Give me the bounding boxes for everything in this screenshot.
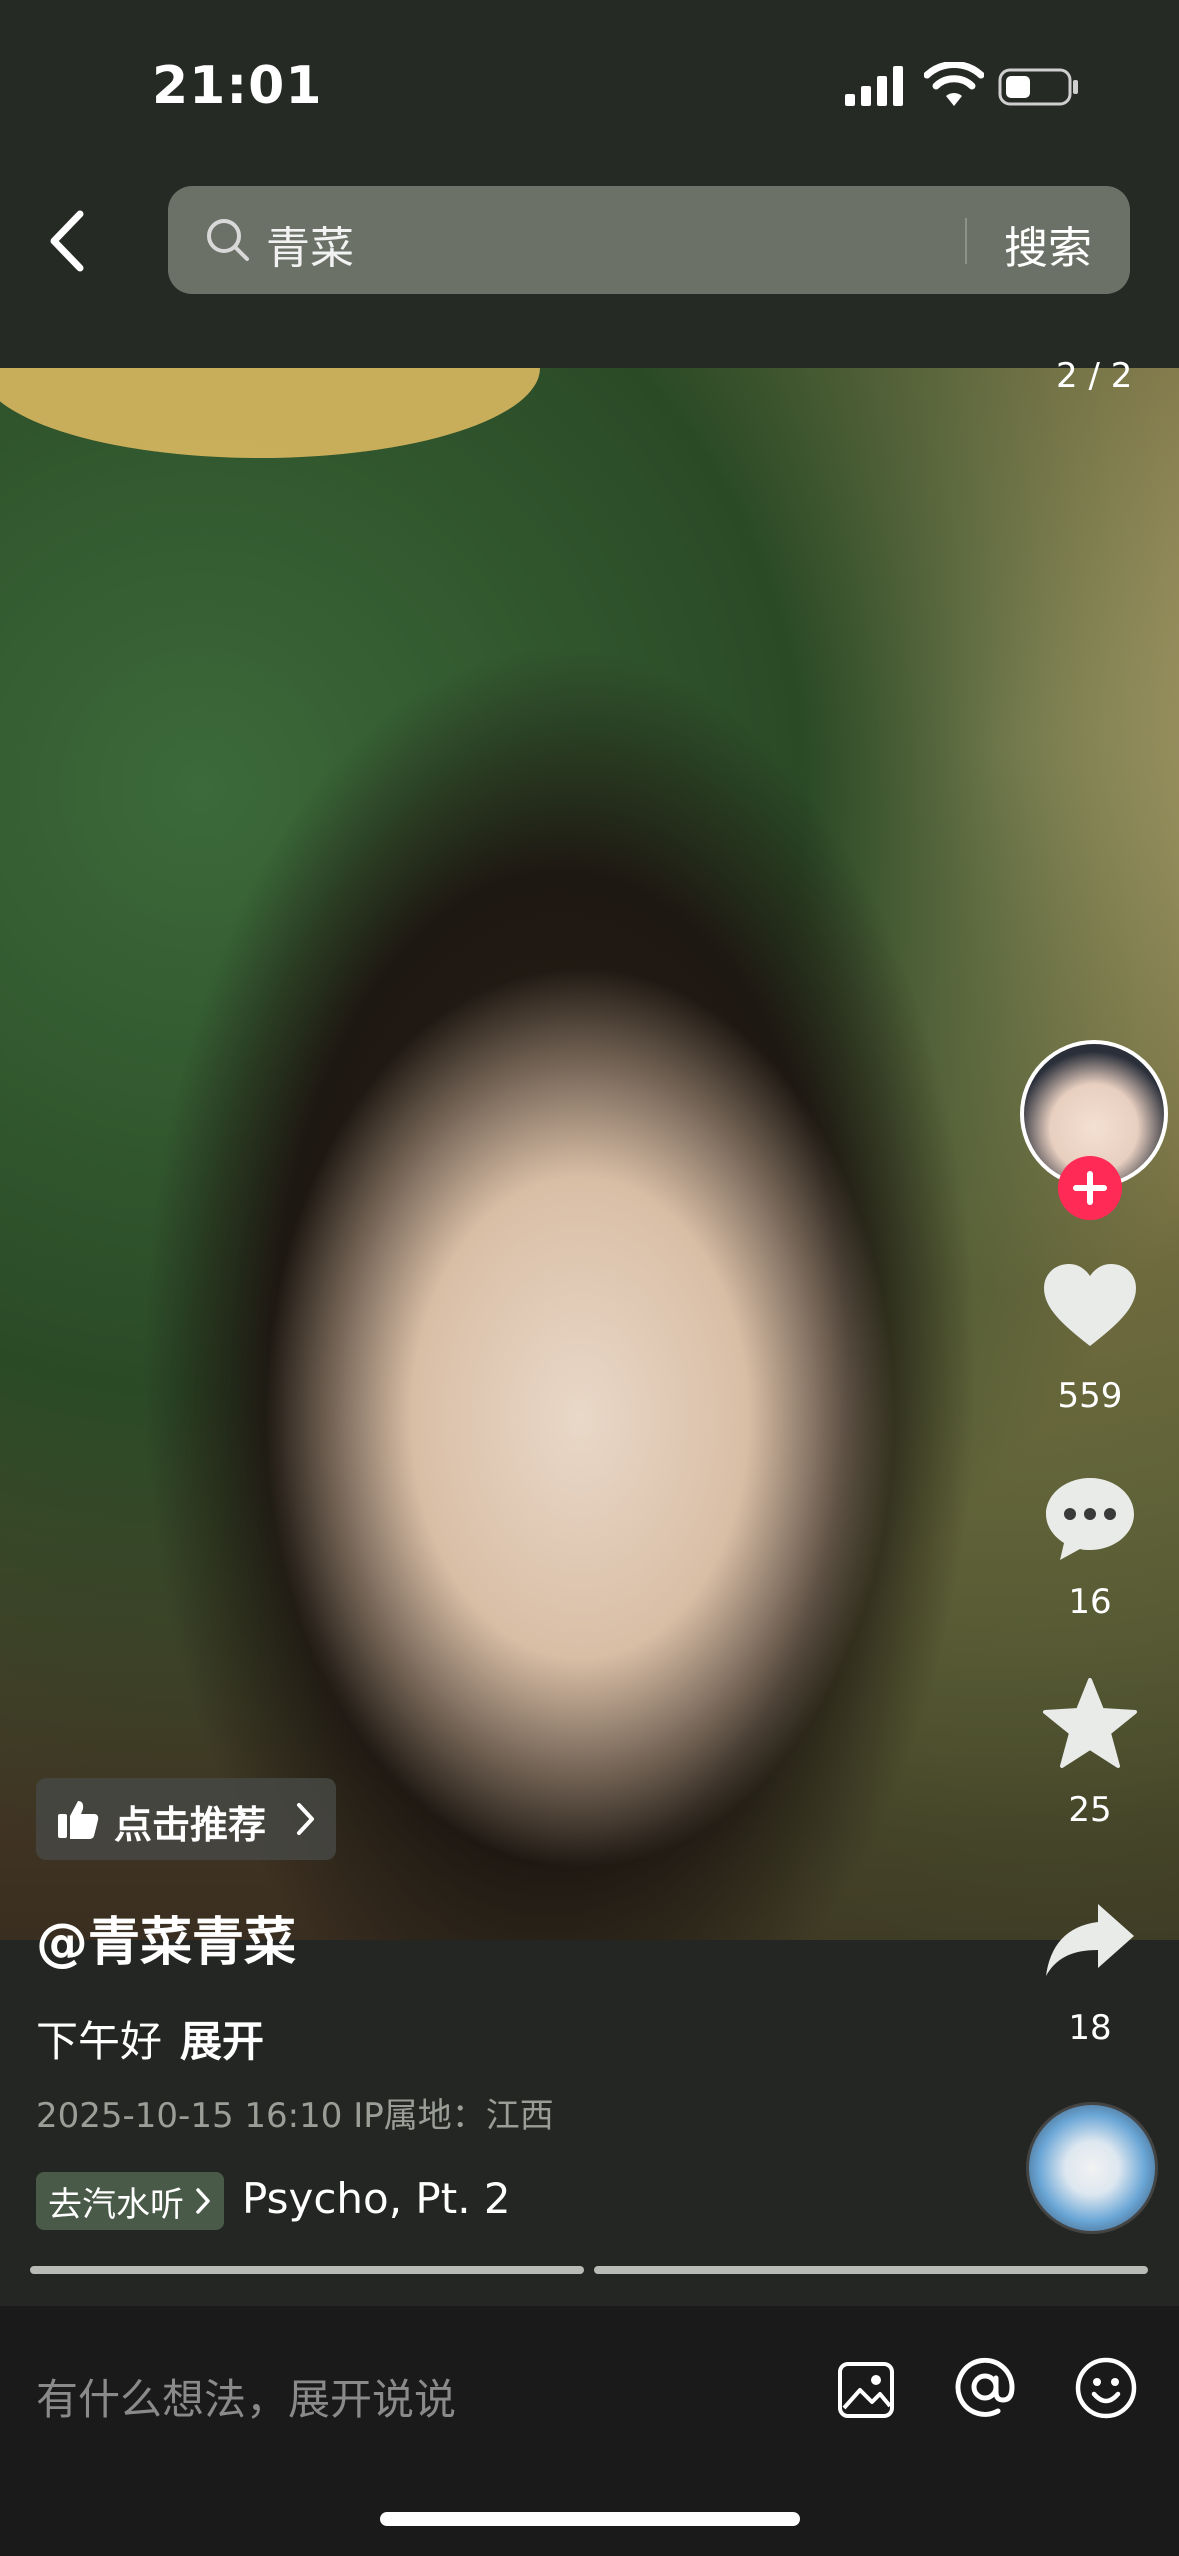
heart-icon[interactable]: [1042, 1262, 1138, 1350]
music-app-tag[interactable]: 去汽水听: [36, 2172, 224, 2230]
thumbs-up-icon: [58, 1801, 99, 1839]
expand-button[interactable]: 展开: [180, 2017, 264, 2066]
image-icon[interactable]: [836, 2360, 896, 2420]
search-input[interactable]: 青菜: [266, 212, 354, 276]
battery-icon: [998, 68, 1078, 106]
image-progress-segment-1: [30, 2266, 584, 2274]
follow-button[interactable]: [1058, 1156, 1122, 1220]
photo-highlight: [0, 368, 540, 458]
emoji-icon[interactable]: [1074, 2356, 1138, 2420]
chevron-right-icon: [297, 1803, 314, 1835]
comment-count: 16: [1068, 1582, 1112, 1622]
status-time: 21:01: [152, 56, 323, 116]
back-icon[interactable]: [40, 206, 100, 276]
home-indicator: [380, 2512, 800, 2526]
post-meta: 2025-10-15 16:10 IP属地：江西: [36, 2096, 554, 2136]
at-mention-icon[interactable]: [952, 2354, 1018, 2420]
post-description: 下午好 展开: [36, 2008, 264, 2069]
image-progress-segment-2: [594, 2266, 1148, 2274]
recommend-button[interactable]: 点击推荐: [36, 1778, 336, 1860]
recommend-label: 点击推荐: [114, 1803, 267, 1847]
post-photo[interactable]: [0, 368, 1179, 1940]
search-button[interactable]: 搜索: [1004, 212, 1092, 276]
comment-input[interactable]: 有什么想法，展开说说: [36, 2366, 456, 2427]
like-count: 559: [1057, 1376, 1123, 1416]
search-bar[interactable]: 青菜 搜索: [168, 186, 1130, 294]
chevron-right-icon: [196, 2188, 210, 2214]
music-tag-label: 去汽水听: [48, 2184, 184, 2225]
page-indicator: 2 / 2: [1056, 356, 1133, 396]
favorite-count: 25: [1068, 1790, 1112, 1830]
search-divider: [965, 218, 967, 264]
music-disc-avatar[interactable]: [1026, 2102, 1158, 2234]
share-icon[interactable]: [1044, 1900, 1136, 1980]
status-bar: 21:01: [0, 0, 1179, 160]
search-icon: [207, 219, 249, 261]
comment-icon[interactable]: [1042, 1474, 1138, 1564]
cellular-signal-icon: [845, 66, 903, 106]
plus-icon: [1073, 1171, 1107, 1205]
music-title[interactable]: Psycho, Pt. 2: [242, 2174, 511, 2223]
star-icon[interactable]: [1042, 1678, 1138, 1770]
share-count: 18: [1068, 2008, 1112, 2048]
description-text: 下午好: [36, 2017, 163, 2066]
author-name[interactable]: @青菜青菜: [36, 1900, 296, 1975]
wifi-icon: [924, 62, 984, 106]
